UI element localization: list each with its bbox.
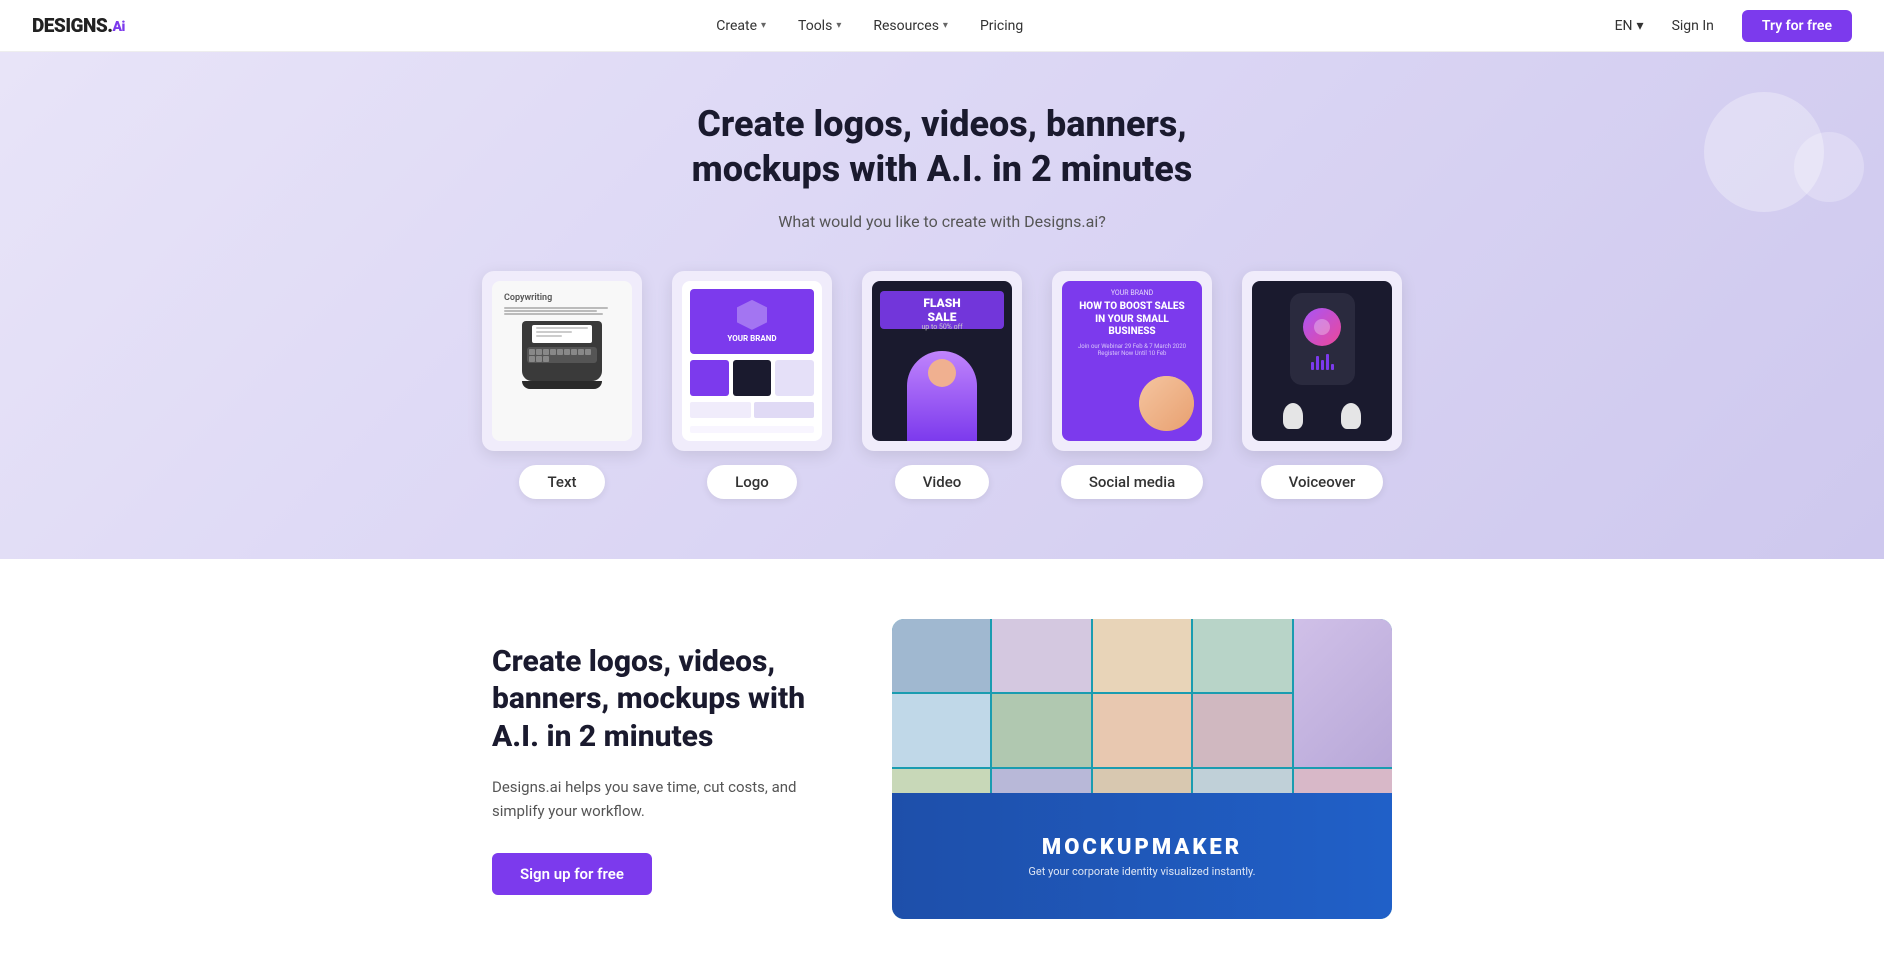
video-illustration: FLASHSALE up to 50% off — [872, 281, 1012, 441]
tool-card-image-text: Copywriting — [482, 271, 642, 451]
tool-card-voiceover[interactable]: Voiceover — [1242, 271, 1402, 499]
tool-label-social: Social media — [1061, 465, 1203, 499]
tool-label-logo: Logo — [707, 465, 797, 499]
tool-label-video: Video — [895, 465, 990, 499]
hero-subtitle: What would you like to create with Desig… — [20, 212, 1864, 231]
tool-card-image-video: FLASHSALE up to 50% off — [862, 271, 1022, 451]
typewriter-illustration: Copywriting — [492, 281, 632, 441]
tool-card-image-logo: YOUR BRAND — [672, 271, 832, 451]
mockup-overlay-subtitle: Get your corporate identity visualized i… — [1028, 865, 1255, 878]
features-description: Designs.ai helps you save time, cut cost… — [492, 775, 812, 823]
tool-label-voiceover: Voiceover — [1261, 465, 1384, 499]
features-text: Create logos, videos, banners, mockups w… — [492, 643, 812, 896]
hero-section: Create logos, videos, banners, mockups w… — [0, 52, 1884, 559]
navbar: DESIGNS.Ai Create ▾ Tools ▾ Resources ▾ … — [0, 0, 1884, 52]
tool-card-image-social: YOUR BRAND HOW TO BOOST SALESIN YOUR SMA… — [1052, 271, 1212, 451]
signup-button[interactable]: Sign up for free — [492, 853, 652, 895]
tool-card-social[interactable]: YOUR BRAND HOW TO BOOST SALESIN YOUR SMA… — [1052, 271, 1212, 499]
nav-right: EN ▾ Sign In Try for free — [1615, 10, 1852, 42]
tool-card-image-voiceover — [1242, 271, 1402, 451]
nav-create[interactable]: Create ▾ — [702, 12, 780, 40]
tool-card-logo[interactable]: YOUR BRAND Logo — [672, 271, 832, 499]
features-title: Create logos, videos, banners, mockups w… — [492, 643, 812, 756]
nav-tools[interactable]: Tools ▾ — [784, 12, 855, 40]
hero-title: Create logos, videos, banners, mockups w… — [642, 102, 1242, 192]
logo-text: DESIGNS.Ai — [32, 14, 125, 37]
chevron-down-icon: ▾ — [1637, 18, 1644, 34]
tool-card-video[interactable]: FLASHSALE up to 50% off Video — [862, 271, 1022, 499]
tool-label-text: Text — [519, 465, 604, 499]
chevron-down-icon: ▾ — [761, 20, 766, 31]
social-illustration: YOUR BRAND HOW TO BOOST SALESIN YOUR SMA… — [1062, 281, 1202, 441]
sign-in-button[interactable]: Sign In — [1660, 12, 1726, 40]
mockup-showcase: MOCKUPMAKER Get your corporate identity … — [892, 619, 1392, 919]
try-for-free-button[interactable]: Try for free — [1742, 10, 1852, 42]
language-selector[interactable]: EN ▾ — [1615, 18, 1644, 34]
logo-illustration: YOUR BRAND — [682, 281, 822, 441]
features-section: Create logos, videos, banners, mockups w… — [0, 559, 1884, 979]
chevron-down-icon: ▾ — [943, 20, 948, 31]
voiceover-illustration — [1252, 281, 1392, 441]
nav-links: Create ▾ Tools ▾ Resources ▾ Pricing — [702, 12, 1037, 40]
tool-card-text[interactable]: Copywriting — [482, 271, 642, 499]
mockup-overlay-title: MOCKUPMAKER — [1042, 835, 1242, 860]
chevron-down-icon: ▾ — [836, 20, 841, 31]
nav-resources[interactable]: Resources ▾ — [859, 12, 962, 40]
tool-cards: Copywriting — [20, 271, 1864, 499]
logo[interactable]: DESIGNS.Ai — [32, 14, 125, 37]
nav-pricing[interactable]: Pricing — [966, 12, 1037, 40]
